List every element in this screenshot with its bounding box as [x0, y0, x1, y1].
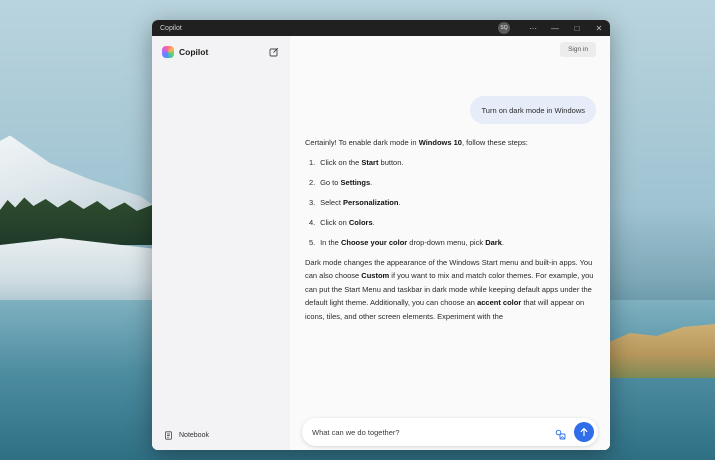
- list-item: 4. Click on Colors.: [309, 217, 375, 227]
- sign-in-button[interactable]: Sign in: [560, 42, 596, 57]
- message-input[interactable]: [312, 427, 555, 437]
- assistant-response: Certainly! To enable dark mode in Window…: [305, 136, 595, 329]
- account-avatar[interactable]: SQ: [498, 22, 510, 34]
- window-title: Copilot: [160, 24, 182, 32]
- chat-pane: Sign in Turn on dark mode in Windows Cer…: [290, 36, 610, 450]
- steps-list: 1. Click on the Start button. 2. Go to S…: [305, 156, 595, 250]
- notebook-label: Notebook: [179, 432, 209, 439]
- response-intro: Certainly! To enable dark mode in Window…: [305, 138, 528, 147]
- copilot-window: Copilot SQ ⋯ — □ ✕ Copilot Notebook Sign…: [152, 20, 610, 450]
- arrow-up-icon: [580, 428, 588, 437]
- response-paragraph: Dark mode changes the appearance of the …: [305, 257, 594, 321]
- brand-header: Copilot: [162, 46, 280, 58]
- list-item: 3. Select Personalization.: [309, 197, 401, 207]
- minimize-button[interactable]: —: [544, 20, 566, 36]
- wallpaper-snowbank: [0, 238, 152, 308]
- list-item: 2. Go to Settings.: [309, 177, 373, 187]
- list-item: 5. In the Choose your color drop-down me…: [309, 237, 504, 247]
- list-item: 1. Click on the Start button.: [309, 157, 404, 167]
- maximize-button[interactable]: □: [566, 20, 588, 36]
- copilot-logo-icon: [162, 46, 174, 58]
- send-button[interactable]: [574, 422, 594, 442]
- user-message-bubble: Turn on dark mode in Windows: [470, 96, 596, 124]
- close-button[interactable]: ✕: [588, 20, 610, 36]
- image-upload-icon[interactable]: [555, 427, 566, 439]
- more-options-button[interactable]: ⋯: [522, 20, 544, 36]
- notebook-icon: [164, 431, 173, 440]
- message-composer: [302, 418, 598, 446]
- notebook-button[interactable]: Notebook: [164, 431, 209, 440]
- new-chat-icon[interactable]: [268, 46, 280, 58]
- sidebar: Copilot Notebook: [152, 36, 290, 450]
- title-bar[interactable]: Copilot SQ ⋯ — □ ✕: [152, 20, 610, 36]
- brand-name: Copilot: [179, 47, 209, 57]
